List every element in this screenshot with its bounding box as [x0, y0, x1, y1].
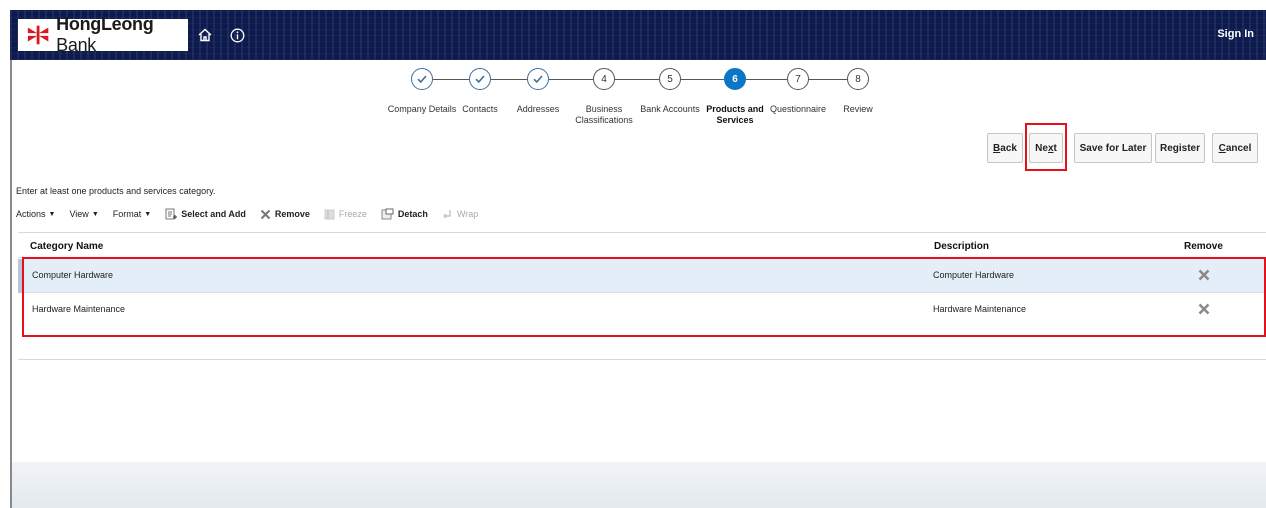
detach-icon — [381, 208, 394, 220]
cancel-button[interactable]: Cancel — [1212, 133, 1258, 163]
remove-x-icon — [260, 209, 271, 220]
checkmark-icon — [411, 68, 433, 90]
step-number: 4 — [593, 68, 615, 90]
hong-leong-logo-icon — [27, 25, 49, 45]
step-number: 6 — [724, 68, 746, 90]
table-toolbar: Actions ▼ View ▼ Format ▼ Select and Add Re… — [16, 206, 492, 222]
remove-button[interactable]: Remove — [260, 209, 310, 220]
step-number: 8 — [847, 68, 869, 90]
register-button[interactable]: Register — [1155, 133, 1205, 163]
table-header-row: Category Name Description Remove — [18, 232, 1266, 258]
brand-logo[interactable]: HongLeong Bank — [18, 14, 188, 55]
wrap-button[interactable]: Wrap — [442, 209, 478, 220]
step-label: Review — [843, 104, 873, 114]
step-number: 7 — [787, 68, 809, 90]
registration-step-train: Company Details Contacts Addresses 4 Busines… — [380, 68, 880, 158]
freeze-icon — [324, 209, 335, 220]
select-and-add-icon — [165, 208, 178, 220]
dropdown-arrow-icon: ▼ — [48, 210, 56, 218]
dropdown-arrow-icon: ▼ — [91, 210, 99, 218]
left-divider — [10, 60, 12, 508]
detach-button[interactable]: Detach — [381, 208, 428, 220]
column-header-description[interactable]: Description — [934, 241, 989, 252]
instruction-text: Enter at least one products and services… — [16, 186, 216, 196]
footer-background — [12, 462, 1266, 508]
back-button[interactable]: Back — [987, 133, 1023, 163]
next-button-highlight — [1025, 123, 1067, 171]
checkmark-icon — [469, 68, 491, 90]
dropdown-arrow-icon: ▼ — [144, 210, 152, 218]
brand-name: HongLeong Bank — [56, 14, 154, 55]
train-step-8[interactable]: 8 Review — [813, 68, 903, 115]
info-icon[interactable] — [226, 24, 248, 46]
view-menu[interactable]: View ▼ — [69, 209, 98, 219]
sign-in-link[interactable]: Sign In — [1217, 28, 1254, 40]
checkmark-icon — [527, 68, 549, 90]
save-for-later-button[interactable]: Save for Later — [1074, 133, 1152, 163]
table-bottom-border — [18, 359, 1266, 360]
freeze-button[interactable]: Freeze — [324, 209, 367, 220]
column-header-remove: Remove — [1184, 241, 1223, 252]
select-and-add-button[interactable]: Select and Add — [165, 208, 246, 220]
wrap-icon — [442, 209, 453, 220]
format-menu[interactable]: Format ▼ — [113, 209, 151, 219]
column-header-category[interactable]: Category Name — [30, 241, 103, 252]
home-icon[interactable] — [194, 24, 216, 46]
actions-menu[interactable]: Actions ▼ — [16, 209, 55, 219]
app-header: HongLeong Bank Sign In — [10, 10, 1266, 60]
table-rows-highlight — [22, 257, 1266, 337]
step-number: 5 — [659, 68, 681, 90]
